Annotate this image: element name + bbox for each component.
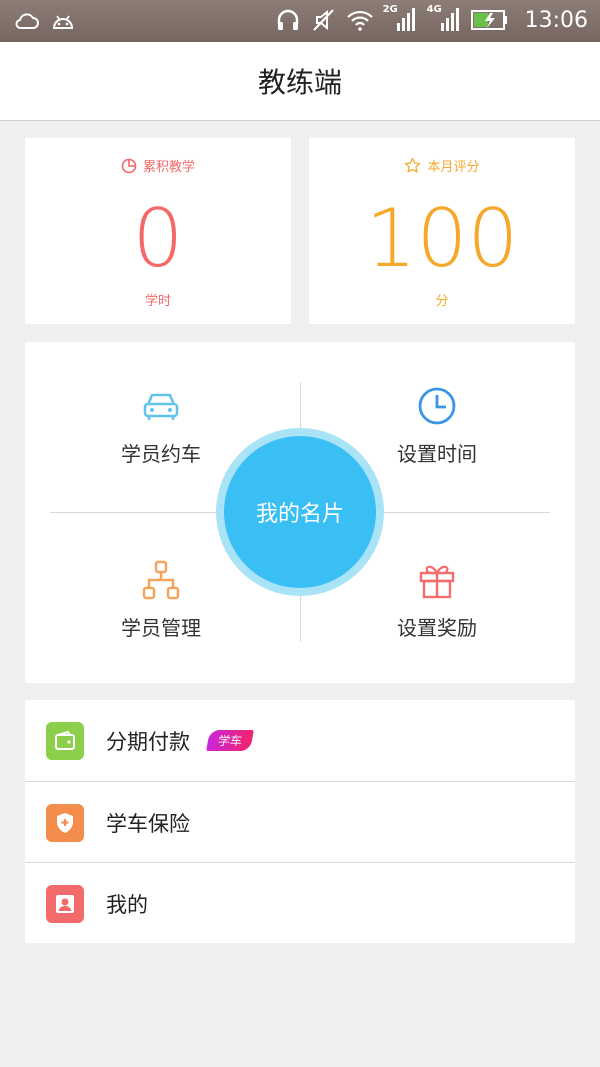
installment-badge: 学车 (206, 730, 254, 751)
status-bar: 2G 4G 13:06 (0, 0, 600, 42)
accumulated-label: 累积教学 (142, 160, 195, 175)
org-chart-icon (142, 560, 180, 600)
accumulated-value: 0 (132, 192, 184, 285)
clock-icon (418, 387, 456, 425)
star-icon (405, 157, 421, 173)
monthly-label: 本月评分 (427, 160, 480, 175)
network-4g-label: 4G (426, 4, 442, 15)
signal-2g-icon: 2G (382, 4, 417, 33)
mute-icon (312, 9, 334, 31)
menu-list: 分期付款 学车 学车保险 我的 (25, 700, 575, 943)
android-icon (52, 15, 74, 29)
accumulated-teaching-card[interactable]: 累积教学 0 学时 (25, 138, 291, 324)
installment-label: 分期付款 (106, 729, 190, 754)
pie-chart-icon (121, 158, 137, 173)
list-item-mine[interactable]: 我的 (25, 863, 575, 944)
network-2g-label: 2G (382, 4, 398, 15)
status-time: 13:06 (524, 7, 588, 33)
student-booking-label: 学员约车 (121, 442, 201, 466)
set-reward-button[interactable]: 设置奖励 (347, 558, 527, 641)
monthly-unit: 分 (435, 294, 449, 309)
mine-label: 我的 (106, 892, 148, 917)
monthly-score-card[interactable]: 本月评分 100 分 (309, 138, 575, 324)
list-item-insurance[interactable]: 学车保险 (25, 782, 575, 863)
insurance-label: 学车保险 (106, 811, 190, 836)
gift-icon (419, 565, 455, 599)
set-reward-label: 设置奖励 (397, 616, 477, 640)
student-booking-button[interactable]: 学员约车 (71, 384, 251, 467)
list-item-installment[interactable]: 分期付款 学车 (25, 700, 575, 781)
student-management-label: 学员管理 (121, 616, 201, 640)
signal-4g-icon: 4G (426, 4, 461, 33)
my-card-button[interactable]: 我的名片 (216, 428, 384, 596)
person-icon (46, 884, 84, 923)
shield-plus-icon (46, 803, 84, 842)
my-card-label: 我的名片 (224, 436, 376, 588)
set-time-label: 设置时间 (397, 442, 477, 466)
set-time-button[interactable]: 设置时间 (347, 384, 527, 467)
page-title: 教练端 (257, 66, 342, 99)
wallet-icon (46, 721, 84, 760)
wifi-icon (346, 10, 373, 31)
headphones-icon (277, 9, 298, 30)
function-panel: 学员约车 设置时间 学员管理 设置奖励 我的名片 (25, 342, 575, 683)
battery-charging-icon (470, 10, 507, 30)
car-icon (143, 393, 179, 420)
student-management-button[interactable]: 学员管理 (71, 558, 251, 641)
cloud-icon (15, 13, 39, 29)
header-bar: 教练端 (0, 42, 600, 121)
accumulated-unit: 学时 (144, 294, 171, 309)
monthly-value: 100 (365, 192, 519, 285)
